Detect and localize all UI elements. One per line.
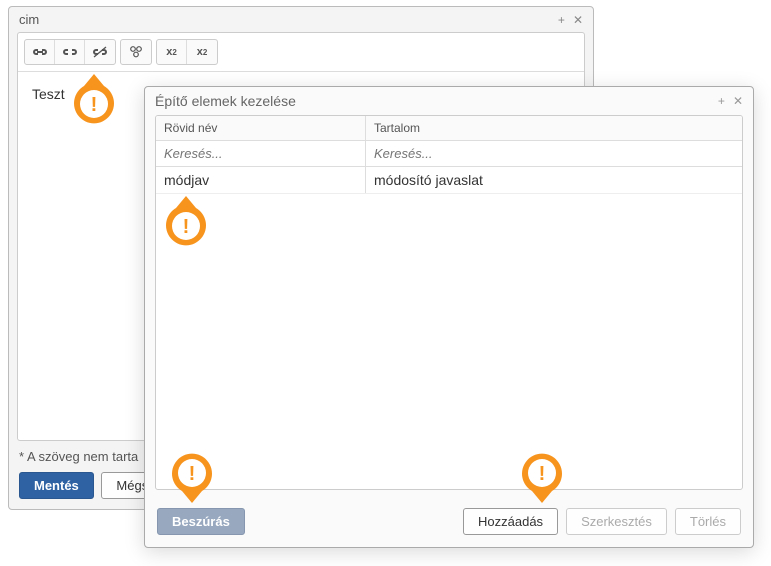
editor-text: Teszt xyxy=(32,86,65,102)
plus-icon[interactable]: + xyxy=(558,13,565,27)
unlink-button[interactable] xyxy=(85,40,115,64)
filter-content-input[interactable] xyxy=(366,141,742,166)
editor-titlebar: cim + ✕ xyxy=(9,7,593,32)
col-header-content[interactable]: Tartalom xyxy=(366,116,742,140)
dialog-close-icon[interactable]: ✕ xyxy=(733,94,743,108)
subscript-button[interactable]: x2 xyxy=(157,40,187,64)
filter-short-input[interactable] xyxy=(156,141,365,166)
dialog-footer: Beszúrás Hozzáadás Szerkesztés Törlés xyxy=(145,500,753,547)
editor-title: cim xyxy=(19,12,39,27)
link-auto-button[interactable] xyxy=(25,40,55,64)
dialog-body: Rövid név Tartalom módjav módosító javas… xyxy=(155,115,743,490)
dialog-titlebar: Építő elemek kezelése + ✕ xyxy=(145,87,753,115)
dialog-title: Építő elemek kezelése xyxy=(155,93,296,109)
table-row[interactable]: módjav módosító javaslat xyxy=(156,167,742,194)
grid-header: Rövid név Tartalom xyxy=(156,116,742,141)
link-tiv-button[interactable] xyxy=(55,40,85,64)
toolbar: x2 x2 xyxy=(18,33,584,72)
grid-filter xyxy=(156,141,742,167)
edit-button: Szerkesztés xyxy=(566,508,667,535)
insert-button[interactable]: Beszúrás xyxy=(157,508,245,535)
superscript-button[interactable]: x2 xyxy=(187,40,217,64)
blocks-button[interactable] xyxy=(121,40,151,64)
col-header-short[interactable]: Rövid név xyxy=(156,116,366,140)
close-icon[interactable]: ✕ xyxy=(573,13,583,27)
delete-button: Törlés xyxy=(675,508,741,535)
cell-content: módosító javaslat xyxy=(366,167,742,193)
cell-short: módjav xyxy=(156,167,366,193)
grid-empty-area xyxy=(156,194,742,489)
add-button[interactable]: Hozzáadás xyxy=(463,508,558,535)
dialog-plus-icon[interactable]: + xyxy=(718,94,725,108)
blocks-dialog: Építő elemek kezelése + ✕ Rövid név Tart… xyxy=(144,86,754,548)
save-button[interactable]: Mentés xyxy=(19,472,94,499)
